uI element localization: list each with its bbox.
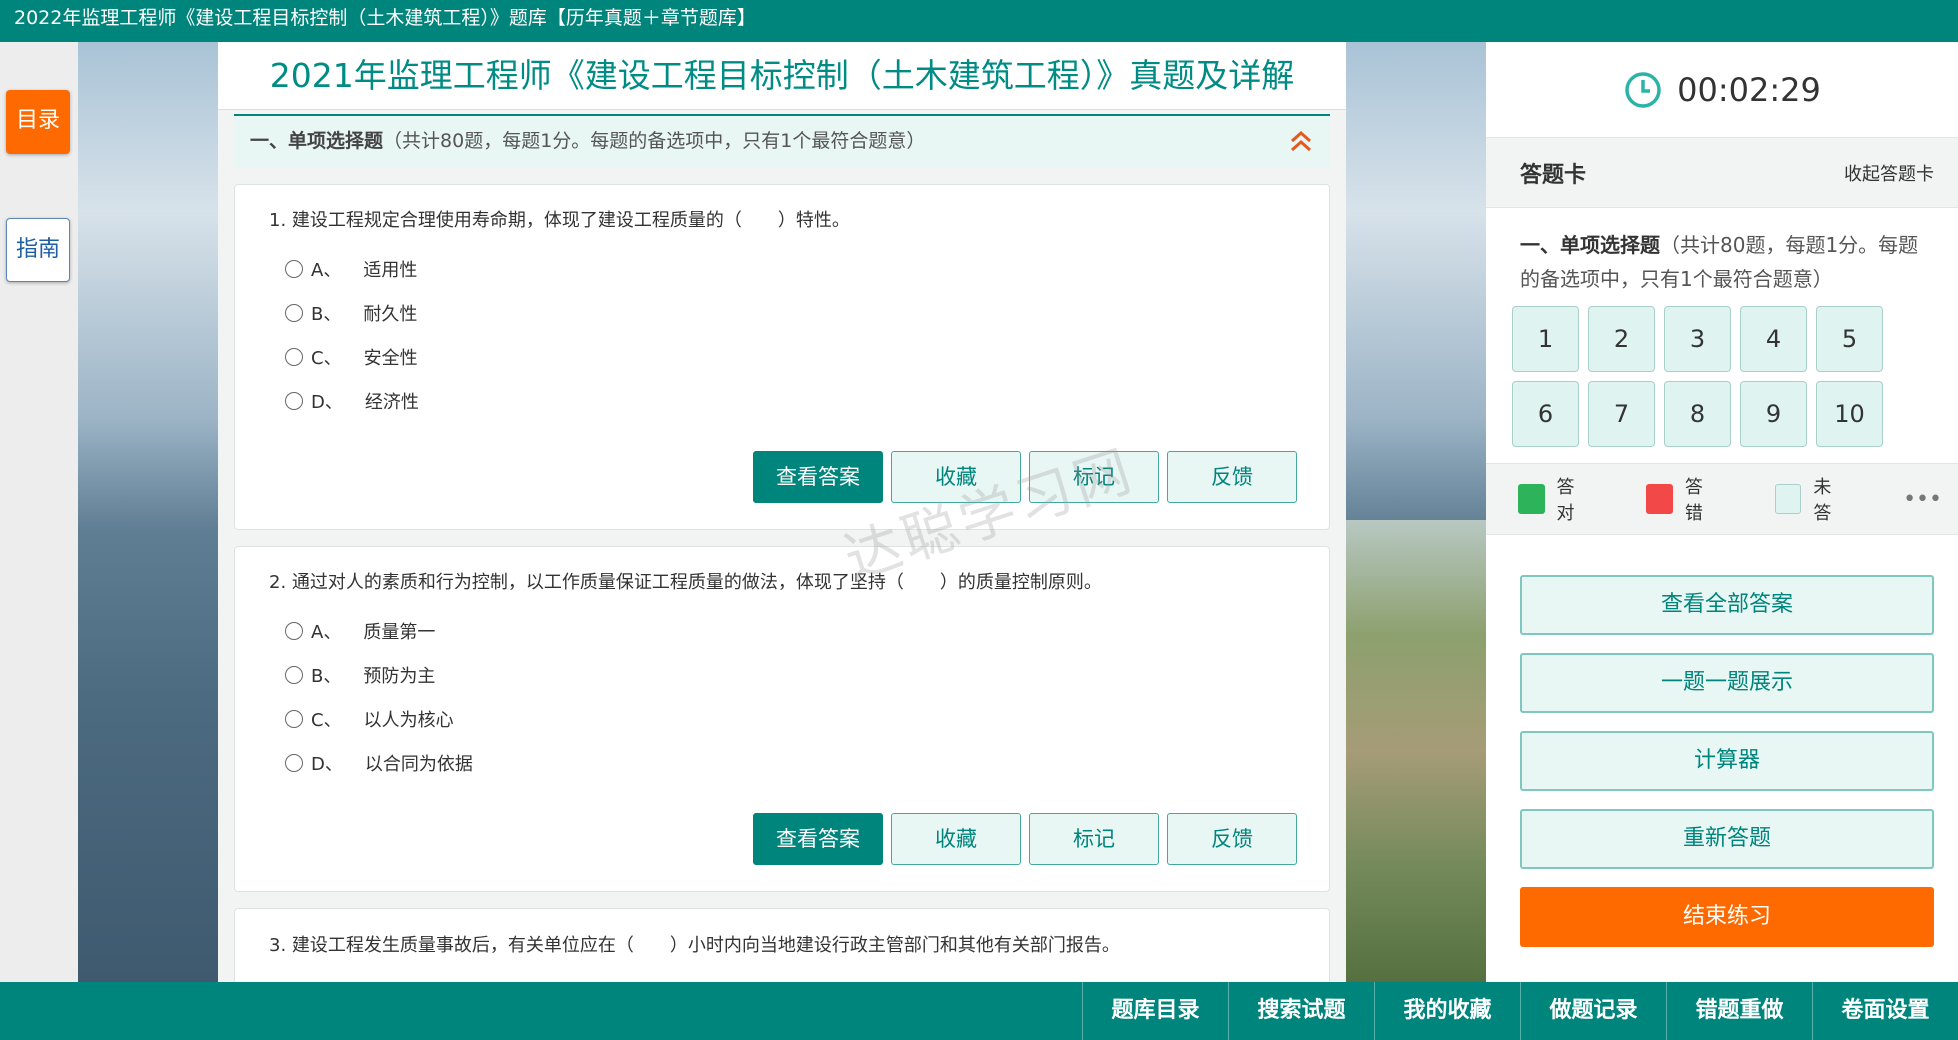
view-all-answers-button[interactable]: 查看全部答案 <box>1520 575 1934 635</box>
card-section-desc: 一、单项选择题（共计80题，每题1分。每题的备选项中，只有1个最符合题意） <box>1520 233 1919 291</box>
question-actions: 查看答案 收藏 标记 反馈 <box>753 813 1297 865</box>
timer: 00:02:29 <box>1486 42 1958 138</box>
section-name: 一、单项选择题 <box>250 130 384 152</box>
question-number[interactable]: 1 <box>1512 306 1579 372</box>
search-questions-button[interactable]: 搜索试题 <box>1228 982 1374 1040</box>
question-card: 3. 建设工程发生质量事故后，有关单位应在（ ）小时内向当地建设行政主管部门和其… <box>234 908 1330 982</box>
question-number[interactable]: 9 <box>1740 381 1807 447</box>
radio-icon[interactable] <box>285 710 303 728</box>
left-nav: 目录 指南 <box>6 90 70 346</box>
bottom-toolbar: 题库目录 搜索试题 我的收藏 做题记录 错题重做 卷面设置 <box>0 982 1958 1040</box>
question-card: 2. 通过对人的素质和行为控制，以工作质量保证工程质量的做法，体现了坚持（ ）的… <box>234 546 1330 892</box>
redo-button[interactable]: 重新答题 <box>1520 809 1934 869</box>
feedback-button[interactable]: 反馈 <box>1167 813 1297 865</box>
section-header: 一、单项选择题（共计80题，每题1分。每题的备选项中，只有1个最符合题意） <box>234 114 1330 168</box>
radio-icon[interactable] <box>285 392 303 410</box>
question-card: 1. 建设工程规定合理使用寿命期，体现了建设工程质量的（ ）特性。 A、 适用性 … <box>234 184 1330 530</box>
exam-title: 2021年监理工程师《建设工程目标控制（土木建筑工程）》真题及详解 <box>218 42 1346 110</box>
radio-icon[interactable] <box>285 260 303 278</box>
radio-icon[interactable] <box>285 754 303 772</box>
question-number[interactable]: 8 <box>1664 381 1731 447</box>
calculator-button[interactable]: 计算器 <box>1520 731 1934 791</box>
window-title: 2022年监理工程师《建设工程目标控制（土木建筑工程）》题库【历年真题＋章节题库… <box>0 0 1958 42</box>
favorite-button[interactable]: 收藏 <box>891 451 1021 503</box>
legend-swatch <box>1646 484 1673 514</box>
end-practice-button[interactable]: 结束练习 <box>1520 887 1934 947</box>
collapse-card-button[interactable]: 收起答题卡 <box>1844 160 1934 186</box>
question-number[interactable]: 6 <box>1512 381 1579 447</box>
question-number[interactable]: 5 <box>1816 306 1883 372</box>
option-d[interactable]: D、 以合同为依据 <box>269 741 1295 785</box>
status-legend: 答对 答错 未答 ••• <box>1486 463 1958 535</box>
question-text: 1. 建设工程规定合理使用寿命期，体现了建设工程质量的（ ）特性。 <box>269 210 850 231</box>
question-number[interactable]: 10 <box>1816 381 1883 447</box>
view-answer-button[interactable]: 查看答案 <box>753 451 883 503</box>
favorite-button[interactable]: 收藏 <box>891 813 1021 865</box>
legend-swatch <box>1774 484 1802 514</box>
radio-icon[interactable] <box>285 666 303 684</box>
view-answer-button[interactable]: 查看答案 <box>753 813 883 865</box>
bank-catalog-button[interactable]: 题库目录 <box>1082 982 1228 1040</box>
radio-icon[interactable] <box>285 304 303 322</box>
mark-button[interactable]: 标记 <box>1029 813 1159 865</box>
legend-swatch <box>1518 484 1545 514</box>
option-b[interactable]: B、 耐久性 <box>269 291 1295 335</box>
question-number[interactable]: 2 <box>1588 306 1655 372</box>
exam-panel: 2021年监理工程师《建设工程目标控制（土木建筑工程）》真题及详解 一、单项选择… <box>218 42 1346 982</box>
paper-settings-button[interactable]: 卷面设置 <box>1812 982 1958 1040</box>
answer-card-title: 答题卡 <box>1520 162 1587 188</box>
question-actions: 查看答案 收藏 标记 反馈 <box>753 451 1297 503</box>
more-icon[interactable]: ••• <box>1903 487 1942 512</box>
guide-button[interactable]: 指南 <box>6 218 70 282</box>
timer-value: 00:02:29 <box>1677 70 1821 109</box>
legend-correct: 答对 <box>1518 473 1588 525</box>
option-a[interactable]: A、 质量第一 <box>269 609 1295 653</box>
question-number[interactable]: 4 <box>1740 306 1807 372</box>
question-number[interactable]: 7 <box>1588 381 1655 447</box>
question-number[interactable]: 3 <box>1664 306 1731 372</box>
question-number-grid: 1 2 3 4 5 6 7 8 9 10 <box>1486 296 1958 455</box>
double-chevron-up-icon[interactable] <box>1288 128 1314 154</box>
legend-wrong: 答错 <box>1646 473 1716 525</box>
option-b[interactable]: B、 预防为主 <box>269 653 1295 697</box>
option-a[interactable]: A、 适用性 <box>269 247 1295 291</box>
background-coastline <box>1346 520 1486 982</box>
radio-icon[interactable] <box>285 622 303 640</box>
mark-button[interactable]: 标记 <box>1029 451 1159 503</box>
option-d[interactable]: D、 经济性 <box>269 379 1295 423</box>
option-c[interactable]: C、 以人为核心 <box>269 697 1295 741</box>
question-text: 3. 建设工程发生质量事故后，有关单位应在（ ）小时内向当地建设行政主管部门和其… <box>269 935 1120 956</box>
option-c[interactable]: C、 安全性 <box>269 335 1295 379</box>
one-by-one-button[interactable]: 一题一题展示 <box>1520 653 1934 713</box>
answer-card-panel: 00:02:29 答题卡 收起答题卡 一、单项选择题（共计80题，每题1分。每题… <box>1486 42 1958 982</box>
card-actions: 查看全部答案 一题一题展示 计算器 重新答题 结束练习 <box>1486 535 1958 947</box>
question-text: 2. 通过对人的素质和行为控制，以工作质量保证工程质量的做法，体现了坚持（ ）的… <box>269 572 1102 593</box>
radio-icon[interactable] <box>285 348 303 366</box>
legend-unanswered: 未答 <box>1774 473 1845 525</box>
practice-history-button[interactable]: 做题记录 <box>1520 982 1666 1040</box>
my-favorites-button[interactable]: 我的收藏 <box>1374 982 1520 1040</box>
catalog-button[interactable]: 目录 <box>6 90 70 154</box>
answer-card-header: 答题卡 收起答题卡 <box>1486 138 1958 208</box>
clock-icon <box>1625 71 1661 108</box>
redo-wrong-button[interactable]: 错题重做 <box>1666 982 1812 1040</box>
section-note: （共计80题，每题1分。每题的备选项中，只有1个最符合题意） <box>383 130 926 152</box>
feedback-button[interactable]: 反馈 <box>1167 451 1297 503</box>
